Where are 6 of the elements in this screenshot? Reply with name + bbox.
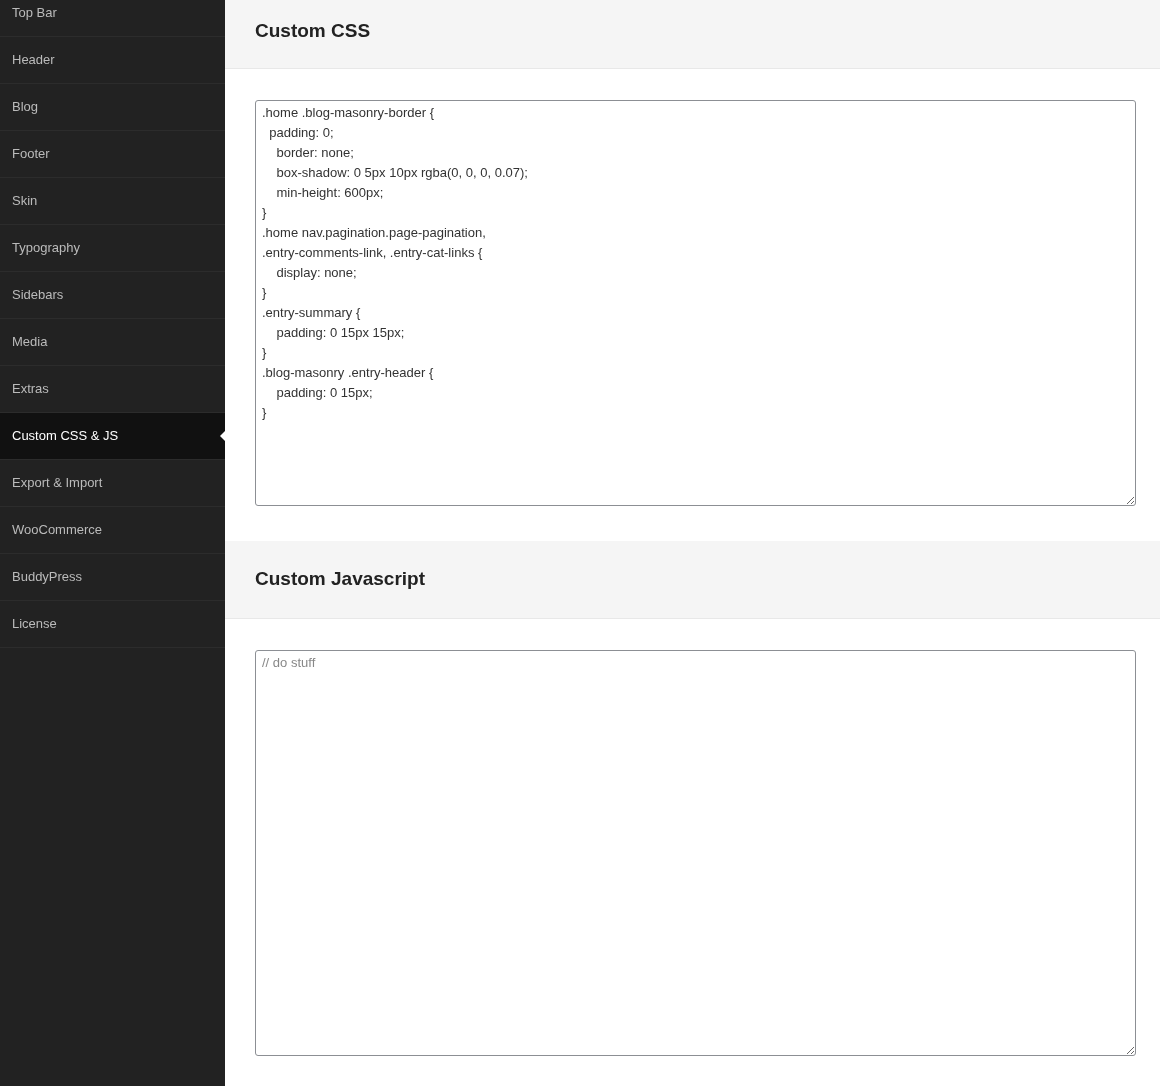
code-editor[interactable]: .home .blog-masonry-border { padding: 0; border: none; box-shadow: 0 5px 10px rgba(0, 0, 0, 0.07); min-height: 600px; } .home nav.pagination.page-pagination, .entry-comments-link, .entry-cat-links { display: none; } .entry-summary { padding: 0 15px 15px; } .blog-masonry .entry-header { padding: 0 15px; }: [255, 100, 1136, 506]
pointer-icon: [220, 431, 225, 441]
sidebar-item[interactable]: Custom CSS & JS: [0, 413, 225, 460]
section-title: Custom CSS: [255, 18, 371, 43]
section-title: Custom Javascript: [255, 567, 425, 592]
code-editor[interactable]: // do stuff: [255, 650, 1136, 1056]
